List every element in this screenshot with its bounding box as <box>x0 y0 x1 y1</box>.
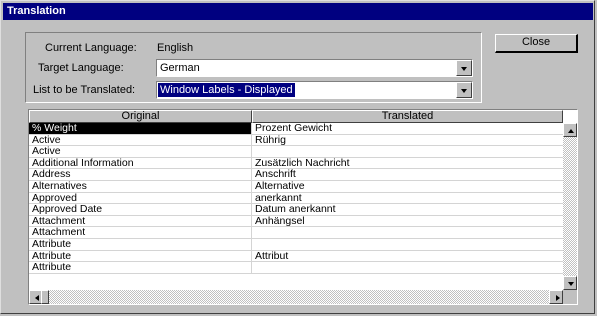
list-to-translate-dropdown-button[interactable] <box>456 82 472 98</box>
scroll-right-arrow-icon <box>556 295 560 301</box>
table-row[interactable]: Address Anschrift <box>29 169 563 181</box>
column-header-translated[interactable]: Translated <box>252 110 563 123</box>
table-row[interactable]: Attribute <box>29 238 563 251</box>
horizontal-scroll-thumb[interactable] <box>41 290 49 304</box>
table-row[interactable]: Active Rührig <box>29 134 563 147</box>
column-header-original-label: Original <box>121 110 160 122</box>
translated-cell[interactable] <box>252 146 563 158</box>
chevron-down-icon <box>461 67 467 71</box>
original-cell[interactable]: Address <box>29 169 252 181</box>
original-cell[interactable]: Attribute <box>29 250 252 263</box>
target-language-label: Target Language: <box>38 62 124 74</box>
vertical-scrollbar[interactable] <box>563 123 577 290</box>
title-bar[interactable]: Translation <box>3 3 593 20</box>
table-row[interactable]: Alternatives Alternative <box>29 180 563 193</box>
original-cell[interactable]: Attachment <box>29 227 252 239</box>
table-row[interactable]: Approved Date Datum anerkannt <box>29 204 563 216</box>
table-row[interactable]: Approved anerkannt <box>29 192 563 205</box>
list-to-translate-value: Window Labels - Displayed <box>158 83 295 97</box>
original-cell[interactable]: Approved Date <box>29 204 252 216</box>
original-cell[interactable]: Active <box>29 146 252 158</box>
original-cell[interactable]: % Weight <box>29 123 252 135</box>
table-row[interactable]: Attribute Attribut <box>29 250 563 263</box>
target-language-value: German <box>160 62 200 74</box>
scroll-down-arrow-icon <box>568 282 574 286</box>
table-row[interactable]: Attachment <box>29 227 563 239</box>
translated-cell[interactable]: Prozent Gewicht <box>252 123 563 135</box>
table-row[interactable]: Attribute <box>29 262 563 274</box>
grid-rows: % Weight Prozent Gewicht Active Rührig A… <box>29 123 563 274</box>
translation-dialog: Translation Current Language: English Ta… <box>0 0 595 314</box>
scroll-up-arrow-icon <box>568 129 574 133</box>
scroll-right-button[interactable] <box>549 290 563 304</box>
table-row[interactable]: Attachment Anhängsel <box>29 215 563 228</box>
original-cell[interactable]: Alternatives <box>29 180 252 193</box>
table-row[interactable]: Additional Information Zusätzlich Nachri… <box>29 157 563 170</box>
column-header-original[interactable]: Original <box>29 110 252 123</box>
translated-cell[interactable]: Anschrift <box>252 169 563 181</box>
translated-cell[interactable]: Anhängsel <box>252 216 563 228</box>
translated-cell[interactable]: Zusätzlich Nachricht <box>252 158 563 170</box>
current-language-label: Current Language: <box>45 42 137 54</box>
close-button[interactable]: Close <box>495 34 578 53</box>
original-cell[interactable]: Attachment <box>29 215 252 228</box>
original-cell[interactable]: Attribute <box>29 238 252 251</box>
translated-cell[interactable] <box>252 239 563 251</box>
target-language-select[interactable]: German <box>156 59 473 77</box>
horizontal-scrollbar[interactable] <box>29 290 563 304</box>
list-to-translate-select[interactable]: Window Labels - Displayed <box>156 81 473 99</box>
translated-cell[interactable]: Rührig <box>252 135 563 147</box>
original-cell[interactable]: Active <box>29 134 252 147</box>
translated-cell[interactable] <box>252 227 563 239</box>
current-language-value: English <box>157 42 194 54</box>
translated-cell[interactable] <box>252 262 563 274</box>
close-button-label: Close <box>521 36 551 48</box>
original-cell[interactable]: Additional Information <box>29 157 252 170</box>
translated-cell[interactable]: anerkannt <box>252 193 563 205</box>
translated-cell[interactable]: Alternative <box>252 181 563 193</box>
translated-cell[interactable]: Attribut <box>252 251 563 263</box>
window-title: Translation <box>7 5 66 17</box>
table-row[interactable]: % Weight Prozent Gewicht <box>29 123 563 135</box>
table-row[interactable]: Active <box>29 146 563 158</box>
scroll-up-button[interactable] <box>563 123 577 137</box>
scroll-left-arrow-icon <box>35 295 39 301</box>
column-header-translated-label: Translated <box>381 110 434 122</box>
list-to-translate-label: List to be Translated: <box>33 84 136 96</box>
scroll-down-button[interactable] <box>563 276 577 290</box>
chevron-down-icon <box>461 89 467 93</box>
translation-grid[interactable]: Original Translated % Weight Prozent Gew… <box>28 109 578 305</box>
original-cell[interactable]: Approved <box>29 192 252 205</box>
target-language-dropdown-button[interactable] <box>456 60 472 76</box>
original-cell[interactable]: Attribute <box>29 262 252 274</box>
translated-cell[interactable]: Datum anerkannt <box>252 204 563 216</box>
scrollbar-corner <box>563 290 577 304</box>
